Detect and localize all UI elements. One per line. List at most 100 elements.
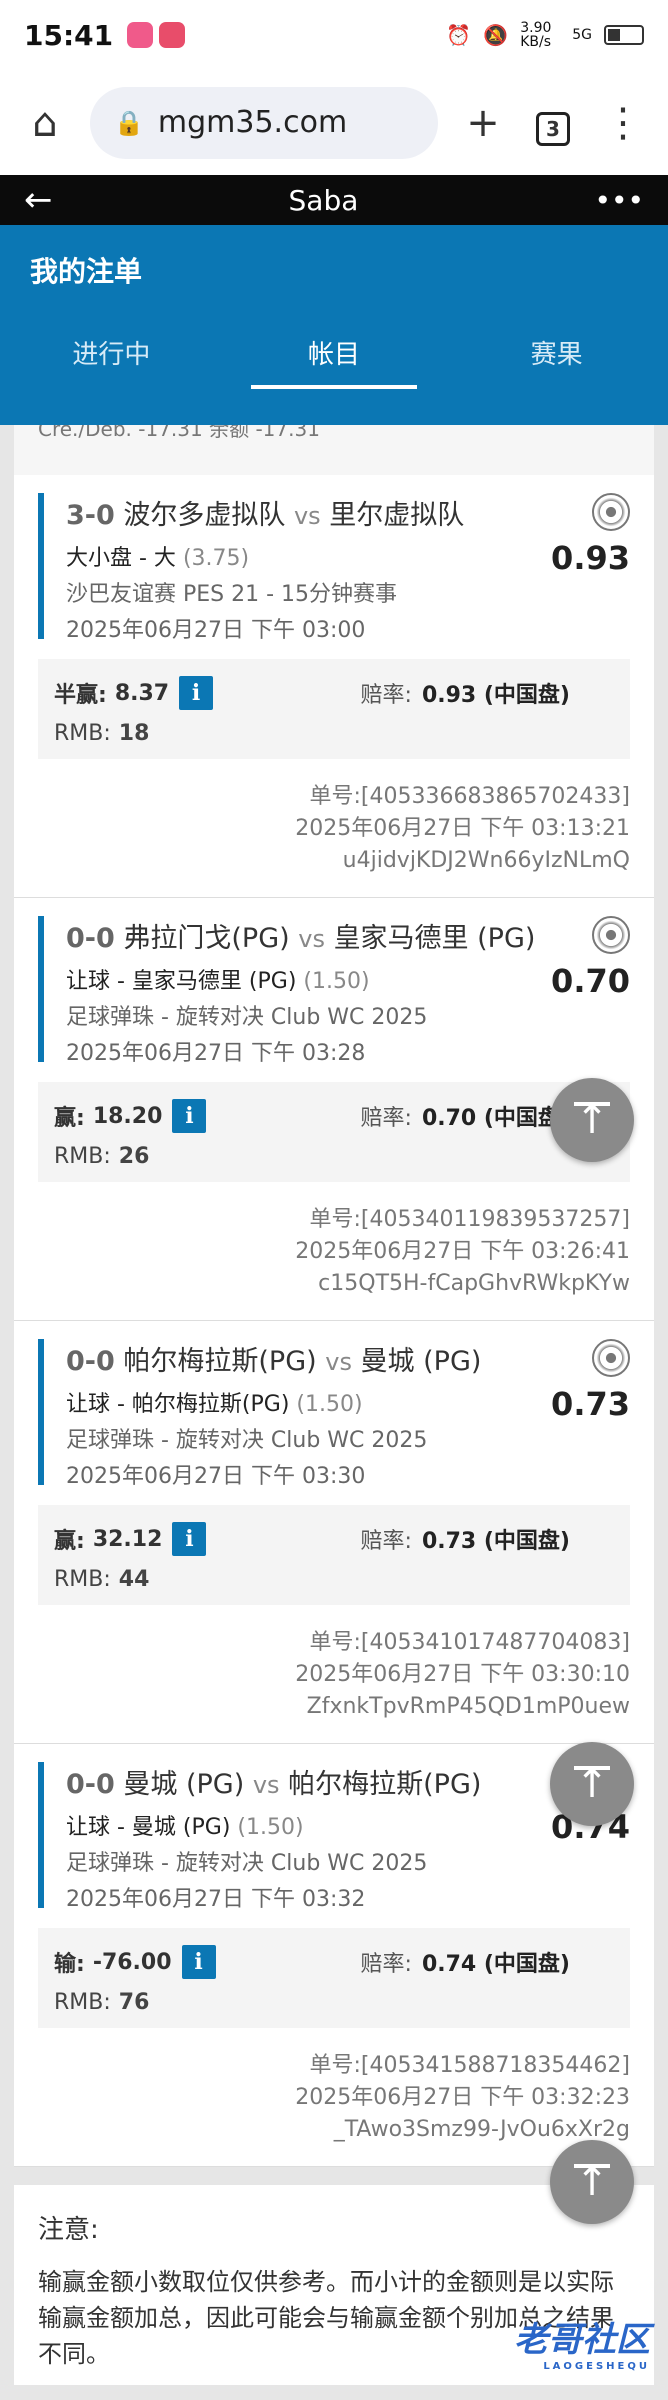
mute-icon: 🔕: [483, 23, 509, 47]
stake-row: RMB: 18: [54, 713, 614, 753]
stake-label: RMB:: [54, 1989, 111, 2015]
signal-label: 5G: [572, 27, 592, 43]
soccer-ball-icon: [592, 493, 630, 531]
handicap: (1.50): [296, 1392, 363, 1417]
result-label: 赢:: [54, 1106, 85, 1131]
ratio-value: 0.73 (中国盘): [421, 1529, 570, 1554]
odds-value: 0.93: [551, 539, 630, 577]
stake-value: 76: [118, 1989, 150, 2015]
result-value: -76.00: [92, 1949, 172, 1975]
bet-card: 0-0 帕尔梅拉斯(PG) vs 曼城 (PG) 让球 - 帕尔梅拉斯(PG) …: [14, 1321, 654, 1744]
league-name: 足球弹珠 - 旋转对决 Club WC 2025: [66, 1428, 428, 1453]
balance-line: Cre./Deb. -17.31 余额 -17.31: [14, 425, 654, 475]
app-notification-icon: [127, 22, 154, 48]
soccer-ball-icon: [592, 916, 630, 954]
browser-toolbar: ⌂ 🔒 mgm35.com + 3 ⋮: [0, 70, 668, 175]
result-box: 半赢: 8.37 i RMB: 18 赔率: 0.93 (中国盘): [38, 659, 630, 759]
ticket-code: c15QT5H-fCapGhvRWkpKYw: [318, 1271, 630, 1296]
home-team: 波尔多虚拟队: [123, 500, 286, 531]
scroll-top-button[interactable]: ↑: [550, 2140, 634, 2224]
away-team: 皇家马德里 (PG): [333, 923, 536, 954]
stake-row: RMB: 44: [54, 1559, 614, 1599]
info-icon[interactable]: i: [181, 1945, 216, 1979]
match-info: 0-0 曼城 (PG) vs 帕尔梅拉斯(PG) 让球 - 曼城 (PG) (1…: [38, 1762, 630, 1912]
new-tab-icon[interactable]: +: [458, 100, 508, 146]
match-score: 0-0: [66, 1346, 115, 1377]
ratio-label: 赔率:: [360, 1952, 412, 1977]
home-team: 帕尔梅拉斯(PG): [123, 1346, 317, 1377]
result-box: 输: -76.00 i RMB: 76 赔率: 0.74 (中国盘): [38, 1928, 630, 2028]
ticket-meta: 单号:[405341017487704083] 2025年06月27日 下午 0…: [38, 1627, 630, 1723]
bet-time: 2025年06月27日 下午 03:32:23: [295, 2085, 630, 2110]
soccer-ball-icon: [592, 1339, 630, 1377]
result-value: 18.20: [92, 1103, 163, 1129]
url-bar[interactable]: 🔒 mgm35.com: [90, 86, 438, 159]
stake-value: 18: [118, 720, 150, 746]
odds-ratio: 赔率: 0.70 (中国盘): [361, 1096, 570, 1136]
app-titlebar: ← Saba •••: [0, 175, 668, 225]
ticket-meta: 单号:[405336683865702433] 2025年06月27日 下午 0…: [38, 781, 630, 877]
status-right: ⏰ 🔕 3.90 KB/s 5G: [446, 21, 644, 49]
bet-type: 让球 - 皇家马德里 (PG) (1.50): [66, 963, 630, 995]
result-label: 输:: [54, 1952, 85, 1977]
match-time: 2025年06月27日 下午 03:30: [66, 1464, 366, 1489]
match-info: 0-0 弗拉门戈(PG) vs 皇家马德里 (PG) 让球 - 皇家马德里 (P…: [38, 916, 630, 1066]
bet-type: 让球 - 曼城 (PG) (1.50): [66, 1809, 630, 1841]
stake-value: 44: [118, 1566, 150, 1592]
match-score: 3-0: [66, 500, 115, 531]
home-icon[interactable]: ⌂: [20, 100, 70, 146]
result-label: 半赢:: [54, 683, 107, 708]
handicap: (1.50): [237, 1815, 304, 1840]
more-icon[interactable]: •••: [594, 184, 644, 217]
scroll-top-button[interactable]: ↑: [550, 1078, 634, 1162]
bet-type: 大小盘 - 大 (3.75): [66, 540, 630, 572]
bet-type-label: 让球 - 曼城 (PG): [66, 1815, 231, 1840]
info-icon[interactable]: i: [172, 1522, 207, 1556]
back-arrow-icon[interactable]: ←: [24, 180, 53, 220]
odds-value: 0.70: [551, 962, 630, 1000]
bets-header: 我的注单 进行中 帐目 赛果: [0, 225, 668, 425]
app-title: Saba: [288, 183, 359, 217]
vs-label: vs: [298, 925, 325, 953]
stake-value: 26: [118, 1143, 150, 1169]
bet-type-label: 让球 - 皇家马德里 (PG): [66, 969, 297, 994]
ratio-label: 赔率:: [360, 1106, 412, 1131]
menu-icon[interactable]: ⋮: [598, 100, 648, 146]
balance-text: Cre./Deb. -17.31 余额 -17.31: [38, 425, 320, 441]
result-box: 赢: 32.12 i RMB: 44 赔率: 0.73 (中国盘): [38, 1505, 630, 1605]
scroll-top-button[interactable]: ↑: [550, 1742, 634, 1826]
tabs-button[interactable]: 3: [528, 100, 578, 146]
stake-row: RMB: 76: [54, 1982, 614, 2022]
match-time: 2025年06月27日 下午 03:00: [66, 618, 366, 643]
bet-time: 2025年06月27日 下午 03:13:21: [295, 816, 630, 841]
match-time: 2025年06月27日 下午 03:28: [66, 1041, 366, 1066]
stake-label: RMB:: [54, 720, 111, 746]
ticket-number: 单号:[405340119839537257]: [309, 1207, 630, 1232]
league-name: 沙巴友谊赛 PES 21 - 15分钟赛事: [66, 582, 398, 607]
ticket-number: 单号:[405341017487704083]: [309, 1630, 630, 1655]
tab-results[interactable]: 赛果: [445, 315, 668, 395]
odds-ratio: 赔率: 0.93 (中国盘): [361, 673, 570, 713]
info-icon[interactable]: i: [179, 676, 214, 710]
match-title: 3-0 波尔多虚拟队 vs 里尔虚拟队: [66, 493, 630, 532]
odds-ratio: 赔率: 0.73 (中国盘): [361, 1519, 570, 1559]
ticket-number: 单号:[405336683865702433]: [309, 784, 630, 809]
info-icon[interactable]: i: [172, 1099, 207, 1133]
tab-row: 进行中 帐目 赛果: [0, 315, 668, 395]
away-team: 曼城 (PG): [360, 1346, 482, 1377]
stake-label: RMB:: [54, 1143, 111, 1169]
result-value: 32.12: [92, 1526, 163, 1552]
watermark-sub: LAOGESHEQU: [543, 2361, 650, 2372]
tab-in-progress[interactable]: 进行中: [0, 315, 223, 395]
tab-account[interactable]: 帐目: [223, 315, 446, 395]
match-info: 3-0 波尔多虚拟队 vs 里尔虚拟队 大小盘 - 大 (3.75) 沙巴友谊赛…: [38, 493, 630, 643]
ticket-number: 单号:[405341588718354462]: [309, 2053, 630, 2078]
away-team: 帕尔梅拉斯(PG): [288, 1769, 482, 1800]
bet-card: 3-0 波尔多虚拟队 vs 里尔虚拟队 大小盘 - 大 (3.75) 沙巴友谊赛…: [14, 475, 654, 898]
tab-count: 3: [536, 111, 570, 146]
bet-type: 让球 - 帕尔梅拉斯(PG) (1.50): [66, 1386, 630, 1418]
status-time: 15:41: [24, 18, 114, 52]
ticket-code: u4jidvjKDJ2Wn66yIzNLmQ: [342, 848, 630, 873]
home-team: 曼城 (PG): [123, 1769, 245, 1800]
handicap: (1.50): [303, 969, 370, 994]
